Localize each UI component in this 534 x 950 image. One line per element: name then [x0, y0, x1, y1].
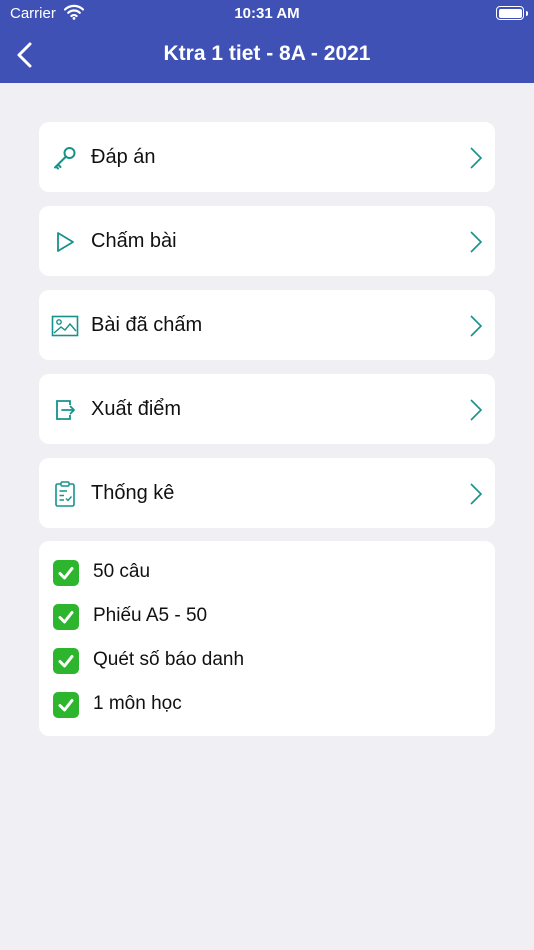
key-icon — [51, 144, 79, 172]
chevron-right-icon — [469, 482, 483, 506]
check-icon — [53, 692, 79, 718]
menu-item-export-scores[interactable]: Xuất điểm — [39, 374, 495, 444]
exam-info-card: 50 câu Phiếu A5 - 50 Quét số báo danh 1 … — [39, 541, 495, 736]
chevron-right-icon — [469, 398, 483, 422]
export-icon — [51, 396, 79, 424]
menu-item-answer-key[interactable]: Đáp án — [39, 122, 495, 192]
chevron-right-icon — [469, 230, 483, 254]
nav-bar: Ktra 1 tiet - 8A - 2021 — [0, 28, 534, 83]
menu-item-graded-papers[interactable]: Bài đã chấm — [39, 290, 495, 360]
menu-item-label: Bài đã chấm — [91, 314, 203, 336]
info-item-text: Phiếu A5 - 50 — [93, 605, 208, 626]
status-time: 10:31 AM — [234, 5, 300, 22]
menu-item-label: Xuất điểm — [91, 398, 182, 420]
chevron-right-icon — [469, 314, 483, 338]
check-icon — [53, 604, 79, 630]
info-item-text: 50 câu — [93, 561, 151, 582]
check-icon — [53, 648, 79, 674]
menu-item-label: Đáp án — [91, 146, 156, 168]
menu-item-label: Thống kê — [91, 482, 175, 504]
status-bar: Carrier 10:31 AM — [0, 0, 534, 28]
chevron-right-icon — [469, 146, 483, 170]
play-icon — [51, 228, 79, 256]
page-title: Ktra 1 tiet - 8A - 2021 — [163, 42, 371, 65]
image-icon — [51, 312, 79, 340]
battery-icon — [496, 6, 528, 20]
info-item-text: Quét số báo danh — [93, 649, 245, 670]
header: Carrier 10:31 AM Ktra 1 tiet - 8A - 2021 — [0, 0, 534, 83]
clipboard-checklist-icon — [51, 480, 79, 508]
check-icon — [53, 560, 79, 586]
menu-item-label: Chấm bài — [91, 230, 177, 252]
info-item-text: 1 môn học — [93, 693, 182, 714]
menu-item-grade[interactable]: Chấm bài — [39, 206, 495, 276]
menu-item-statistics[interactable]: Thống kê — [39, 458, 495, 528]
